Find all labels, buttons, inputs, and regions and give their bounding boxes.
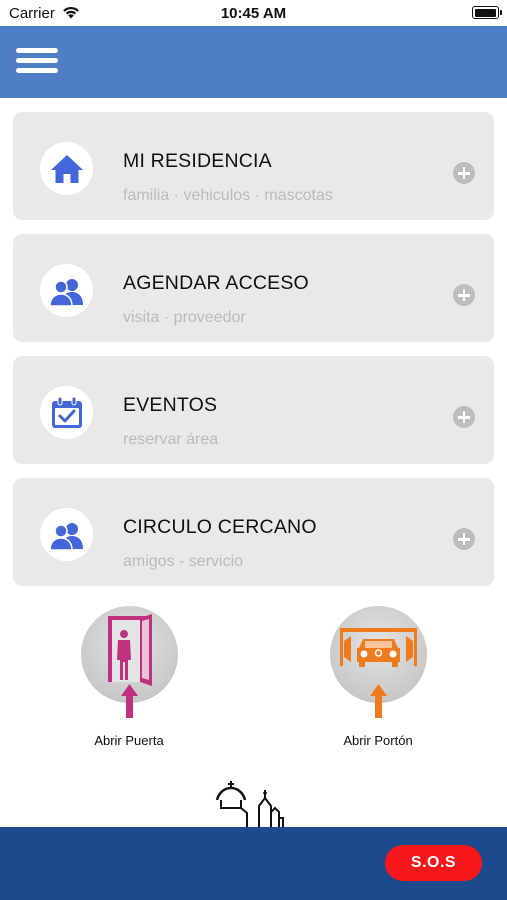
open-door-label: Abrir Puerta bbox=[94, 733, 164, 748]
garage-gate-icon bbox=[329, 606, 427, 718]
plus-circle-icon[interactable] bbox=[453, 162, 475, 184]
open-door-icon bbox=[80, 606, 178, 718]
hamburger-menu-icon[interactable] bbox=[16, 48, 58, 74]
card-subtitle: visita · proveedor bbox=[123, 309, 246, 326]
open-gate-button[interactable]: Abrir Portón bbox=[328, 606, 428, 748]
card-eventos[interactable]: EVENTOS reservar área bbox=[13, 356, 494, 464]
church-logo-icon bbox=[215, 781, 284, 828]
card-mi-residencia[interactable]: MI RESIDENCIA familia · vehiculos · masc… bbox=[13, 112, 494, 220]
card-title: MI RESIDENCIA bbox=[123, 150, 272, 172]
card-title: EVENTOS bbox=[123, 394, 218, 416]
calendar-check-icon bbox=[40, 386, 93, 439]
card-agendar-acceso[interactable]: AGENDAR ACCESO visita · proveedor bbox=[13, 234, 494, 342]
people-icon bbox=[40, 264, 93, 317]
status-bar: Carrier 10:45 AM bbox=[0, 0, 507, 26]
bottom-bar: S.O.S bbox=[0, 827, 507, 900]
status-time: 10:45 AM bbox=[220, 5, 287, 22]
open-door-button[interactable]: Abrir Puerta bbox=[79, 606, 179, 748]
plus-circle-icon[interactable] bbox=[453, 406, 475, 428]
open-gate-label: Abrir Portón bbox=[343, 733, 413, 748]
sos-button[interactable]: S.O.S bbox=[385, 845, 482, 881]
plus-circle-icon[interactable] bbox=[453, 528, 475, 550]
top-navbar bbox=[0, 26, 507, 98]
card-circulo-cercano[interactable]: CIRCULO CERCANO amigos - servicio bbox=[13, 478, 494, 586]
plus-circle-icon[interactable] bbox=[453, 284, 475, 306]
card-subtitle: familia · vehiculos · mascotas bbox=[123, 187, 333, 204]
card-title: AGENDAR ACCESO bbox=[123, 272, 309, 294]
house-icon bbox=[40, 142, 93, 195]
card-title: CIRCULO CERCANO bbox=[123, 516, 317, 538]
people-icon bbox=[40, 508, 93, 561]
card-subtitle: amigos - servicio bbox=[123, 553, 244, 570]
battery-icon bbox=[472, 6, 502, 19]
card-subtitle: reservar área bbox=[123, 431, 219, 448]
